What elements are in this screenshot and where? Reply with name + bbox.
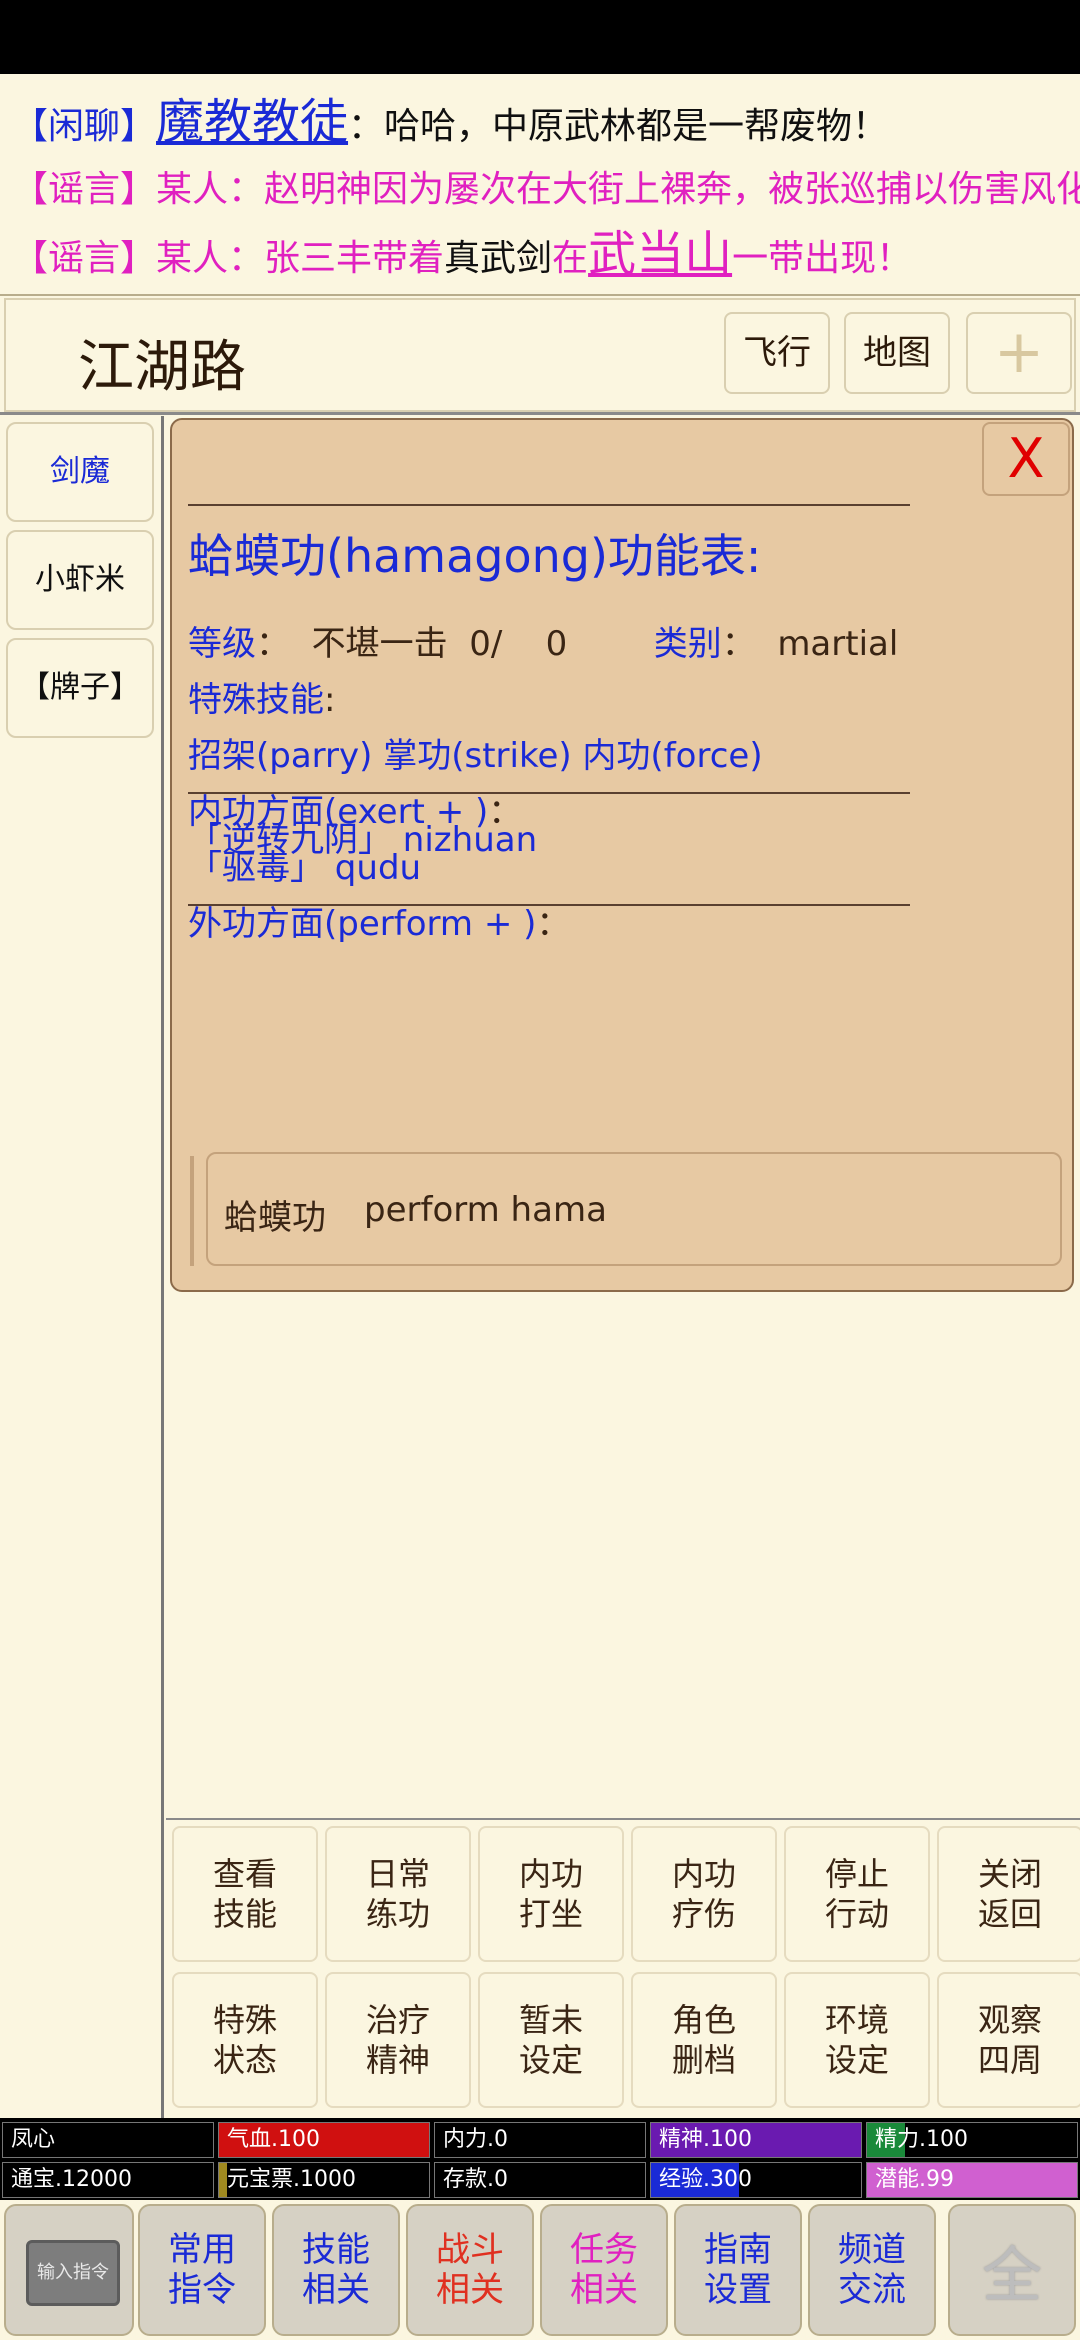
command-button[interactable]: 特殊状态 [172, 1972, 318, 2108]
stat-bar: 精力.100 [866, 2122, 1078, 2158]
status-bar [0, 0, 1080, 74]
command-button[interactable]: 观察四周 [937, 1972, 1080, 2108]
location-title: 江湖路 [78, 335, 246, 400]
command-input-button[interactable]: 输入指令 [4, 2204, 134, 2336]
chat-player-link[interactable]: 魔教教徒 [156, 94, 348, 150]
perform-entry[interactable]: 蛤蟆功 perform hama [206, 1152, 1062, 1266]
stat-label: 元宝票.1000 [227, 2167, 356, 2192]
command-divider [166, 1818, 1080, 1820]
chat-channel-tag: 【闲聊】 [12, 106, 157, 147]
skill-info-dialog: X 蛤蟆功(hamagong)功能表: 等级： 不堪一击 0/ 0 类别： ma… [170, 418, 1074, 1292]
sidebar-item-paizi[interactable]: 【牌子】 [6, 638, 154, 738]
input-chip: 输入指令 [26, 2240, 120, 2306]
nav-button[interactable]: 指南设置 [674, 2204, 802, 2336]
command-grid: 查看技能 日常练功 内功打坐 内功疗伤 停止行动 关闭返回特殊状态 治疗精神 暂未设定 角色删档… [172, 1826, 1080, 2118]
command-button[interactable]: 查看技能 [172, 1826, 318, 1962]
stat-label: 经验.300 [659, 2167, 752, 2192]
stat-label: 气血.100 [227, 2127, 320, 2152]
gear-icon[interactable]: 全 [948, 2204, 1076, 2336]
chat-message: 一带出现！ [732, 238, 913, 279]
chat-message: 某人：赵明神因为屡次在大街上裸奔，被张巡捕以伤害风化 [156, 169, 1080, 210]
command-button[interactable]: 日常练功 [325, 1826, 471, 1962]
stat-bar: 内力.0 [434, 2122, 646, 2158]
stat-label: 潜能.99 [875, 2167, 954, 2192]
chat-line: 【闲聊】魔教教徒：哈哈，中原武林都是一帮废物！ [12, 94, 888, 155]
chat-message: 某人：张三丰带着 [156, 238, 445, 279]
sidebar-item-xiaoxiami[interactable]: 小虾米 [6, 530, 154, 630]
perform-scroll-bar [190, 1156, 194, 1266]
stat-label: 精力.100 [875, 2127, 968, 2152]
special-label: 特殊技能 [188, 680, 324, 720]
stat-label: 通宝.12000 [11, 2167, 132, 2192]
command-button[interactable]: 角色删档 [631, 1972, 777, 2108]
command-button[interactable]: 治疗精神 [325, 1972, 471, 2108]
stat-bar: 精神.100 [650, 2122, 862, 2158]
command-button[interactable]: 停止行动 [784, 1826, 930, 1962]
stat-label: 精神.100 [659, 2127, 752, 2152]
nav-button[interactable]: 技能相关 [272, 2204, 400, 2336]
fly-button[interactable]: 飞行 [724, 312, 830, 394]
nav-button[interactable]: 任务相关 [540, 2204, 668, 2336]
chat-channel-tag: 【谣言】 [12, 169, 157, 210]
chat-line: 【谣言】某人：赵明神因为屡次在大街上裸奔，被张巡捕以伤害风化 [12, 162, 1080, 218]
level-row: 等级： 不堪一击 0/ 0 类别： martial [188, 624, 899, 664]
bottom-nav: 输入指令 常用指令 技能相关 战斗相关 任务相关 指南设置 频道交流 全 [0, 2200, 1080, 2340]
exert-item[interactable]: 「驱毒」 qudu [188, 840, 421, 889]
chat-location-link[interactable]: 武当山 [588, 226, 732, 282]
stats-panel: 凤心 气血.100 内力.0 精神.100 精力.100 通宝.12000 元宝票.1000… [0, 2118, 1080, 2200]
stat-bar: 气血.100 [218, 2122, 430, 2158]
command-button[interactable]: 内功打坐 [478, 1826, 624, 1962]
gear-glyph: 全 [982, 2240, 1042, 2311]
chat-channel-tag: 【谣言】 [12, 238, 157, 279]
expand-plus-button[interactable]: + [966, 312, 1072, 394]
level-max: 0 [545, 624, 568, 664]
location-header: 江湖路 飞行 地图 + [4, 298, 1076, 412]
level-progress: 0/ [469, 624, 503, 664]
perform-heading: 外功方面(perform + )： [188, 904, 571, 944]
command-button[interactable]: 关闭返回 [937, 1826, 1080, 1962]
chat-line: 【谣言】某人：张三丰带着真武剑在武当山一带出现！ [12, 226, 912, 287]
divider [188, 504, 910, 506]
level-value: 不堪一击 [311, 624, 448, 664]
level-label: 等级 [188, 624, 256, 664]
sidebar-item-jianmo[interactable]: 剑魔 [6, 422, 154, 522]
chat-message: ：哈哈，中原武林都是一帮废物！ [348, 106, 889, 147]
perform-label: 外功方面(perform + ) [188, 904, 537, 944]
command-button[interactable]: 环境设定 [784, 1972, 930, 2108]
nav-button[interactable]: 频道交流 [808, 2204, 936, 2336]
chat-item-name: 真武剑 [444, 238, 553, 279]
category-label: 类别 [653, 624, 722, 664]
perform-command: perform hama [364, 1190, 607, 1230]
command-button[interactable]: 暂未设定 [478, 1972, 624, 2108]
stat-bar: 潜能.99 [866, 2162, 1078, 2198]
close-button[interactable]: X [982, 422, 1070, 496]
special-skills-list: 招架(parry) 掌功(strike) 内功(force) [188, 736, 763, 776]
dialog-title: 蛤蟆功(hamagong)功能表: [188, 529, 762, 583]
nav-button[interactable]: 战斗相关 [406, 2204, 534, 2336]
chat-log: 【闲聊】魔教教徒：哈哈，中原武林都是一帮废物！ 【谣言】某人：赵明神因为屡次在大… [0, 74, 1080, 296]
stat-bar: 存款.0 [434, 2162, 646, 2198]
stat-bar: 经验.300 [650, 2162, 862, 2198]
special-skills-heading: 特殊技能: [188, 680, 336, 720]
command-button[interactable]: 内功疗伤 [631, 1826, 777, 1962]
stat-label: 存款.0 [443, 2167, 508, 2192]
stat-bar: 凤心 [2, 2122, 214, 2158]
nav-button[interactable]: 常用指令 [138, 2204, 266, 2336]
stat-bar: 元宝票.1000 [218, 2162, 430, 2198]
stat-bar: 通宝.12000 [2, 2162, 214, 2198]
chat-message: 在 [552, 238, 589, 279]
stat-label: 内力.0 [443, 2127, 508, 2152]
sidebar: 剑魔 小虾米 【牌子】 [0, 416, 164, 2118]
map-button[interactable]: 地图 [844, 312, 950, 394]
category-value: martial [777, 624, 899, 664]
header-divider [0, 412, 1080, 415]
stat-label: 凤心 [11, 2127, 56, 2152]
perform-skill-name: 蛤蟆功 [224, 1198, 326, 1238]
